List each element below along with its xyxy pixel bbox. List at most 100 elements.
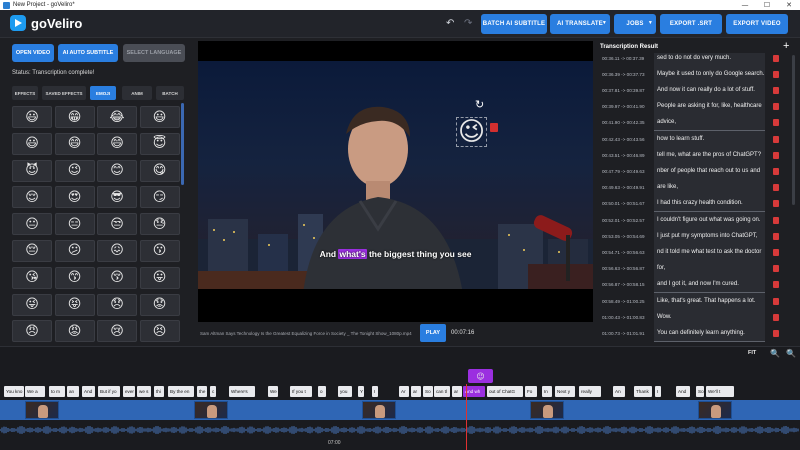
emoji-option[interactable]: 😉 xyxy=(54,159,95,182)
delete-overlay-icon[interactable] xyxy=(490,123,498,132)
zoom-out-icon[interactable]: 🔍 xyxy=(770,349,780,358)
emoji-scrollbar[interactable] xyxy=(181,103,184,185)
emoji-option[interactable]: 😙 xyxy=(54,266,95,289)
subtitle-word-chip[interactable]: out of ChatG xyxy=(487,386,523,397)
emoji-option[interactable]: 😒 xyxy=(97,213,137,236)
subtitle-word-chip[interactable]: And xyxy=(82,386,95,397)
subtitle-word-chip[interactable]: We'll t xyxy=(706,386,734,397)
emoji-option[interactable]: 😊 xyxy=(97,159,137,182)
subtitle-word-chip[interactable]: I xyxy=(372,386,378,397)
emoji-option[interactable]: 😁 xyxy=(54,106,95,128)
delete-segment-icon[interactable] xyxy=(773,54,779,62)
delete-segment-icon[interactable] xyxy=(773,329,779,337)
subtitle-word-chip[interactable]: Fo xyxy=(525,386,537,397)
subtitle-word-chip[interactable]: I xyxy=(655,386,661,397)
export-video-button[interactable]: EXPORT VIDEO xyxy=(726,14,788,34)
delete-segment-icon[interactable] xyxy=(773,297,779,305)
segment-text-input[interactable]: You can definitely learn anything. xyxy=(654,324,765,342)
rotate-icon[interactable]: ↻ xyxy=(475,98,484,111)
emoji-option[interactable]: 😋 xyxy=(139,159,180,182)
emoji-option[interactable]: 😡 xyxy=(54,320,95,343)
close-button[interactable]: ✕ xyxy=(778,1,800,9)
emoji-option[interactable]: 😈 xyxy=(12,159,52,182)
emoji-option[interactable]: 😃 xyxy=(12,106,52,128)
delete-segment-icon[interactable] xyxy=(773,103,779,111)
subtitle-word-chip[interactable]: an xyxy=(67,386,79,397)
ai-translate-button[interactable]: AI TRANSLATE ▼ xyxy=(550,14,610,34)
delete-segment-icon[interactable] xyxy=(773,216,779,224)
emoji-overlay[interactable]: 😉 xyxy=(456,117,488,147)
subtitle-word-chip[interactable]: But if yo xyxy=(98,386,120,397)
subtitle-word-chip[interactable]: An xyxy=(613,386,625,397)
emoji-option[interactable]: 😍 xyxy=(54,186,95,209)
delete-segment-icon[interactable] xyxy=(773,119,779,127)
delete-segment-icon[interactable] xyxy=(773,232,779,240)
ai-auto-subtitle-button[interactable]: AI AUTO SUBTITLE xyxy=(58,44,118,62)
subtitle-word-chip[interactable]: If you t xyxy=(290,386,312,397)
emoji-option[interactable]: 😄 xyxy=(54,132,95,155)
subtitle-word-chip[interactable]: ar xyxy=(411,386,421,397)
tab-batch[interactable]: BATCH xyxy=(156,86,184,100)
emoji-option[interactable]: 😔 xyxy=(12,239,52,262)
subtitle-word-chip[interactable]: to m xyxy=(49,386,65,397)
tab-emoji[interactable]: EMOJI xyxy=(90,86,116,100)
subtitle-word-chip[interactable]: Thank xyxy=(634,386,652,397)
minimize-button[interactable]: — xyxy=(734,1,756,9)
delete-segment-icon[interactable] xyxy=(773,281,779,289)
audio-waveform[interactable] xyxy=(0,422,800,438)
emoji-option[interactable]: 😣 xyxy=(139,320,180,343)
subtitle-word-chip[interactable]: We xyxy=(268,386,278,397)
emoji-option[interactable]: 😃 xyxy=(139,106,180,128)
play-button[interactable]: PLAY xyxy=(420,324,446,342)
emoji-option[interactable]: 😗 xyxy=(139,239,180,262)
emoji-option[interactable]: 😐 xyxy=(12,213,52,236)
subtitle-word-chip[interactable]: you xyxy=(338,386,352,397)
emoji-option[interactable]: 😜 xyxy=(12,293,52,316)
subtitle-word-chip[interactable]: can tl xyxy=(434,386,450,397)
batch-ai-subtitle-button[interactable]: BATCH AI SUBTITLE xyxy=(481,14,547,34)
delete-segment-icon[interactable] xyxy=(773,184,779,192)
delete-segment-icon[interactable] xyxy=(773,248,779,256)
subtitle-word-chip[interactable]: So xyxy=(696,386,704,397)
emoji-option[interactable]: 😎 xyxy=(97,186,137,209)
emoji-option[interactable]: 😛 xyxy=(139,266,180,289)
subtitle-word-chip[interactable]: Y xyxy=(358,386,364,397)
subtitle-word-chip[interactable]: Ar xyxy=(399,386,409,397)
emoji-option[interactable]: 😂 xyxy=(97,106,137,128)
redo-icon[interactable]: ↷ xyxy=(464,18,472,29)
subtitle-word-chip[interactable]: And xyxy=(676,386,690,397)
emoji-option[interactable]: 😘 xyxy=(12,266,52,289)
subtitle-word-chip[interactable]: In xyxy=(542,386,552,397)
delete-segment-icon[interactable] xyxy=(773,86,779,94)
tab-saved-effects[interactable]: SAVED EFFECTS xyxy=(42,86,86,100)
subtitle-word-chip[interactable]: the xyxy=(197,386,207,397)
subtitle-word-chip[interactable]: really xyxy=(579,386,601,397)
subtitle-word-chip[interactable]: You kno xyxy=(4,386,24,397)
select-language-button[interactable]: SELECT LANGUAGE xyxy=(123,44,185,62)
delete-segment-icon[interactable] xyxy=(773,151,779,159)
emoji-option[interactable]: 😞 xyxy=(97,293,137,316)
add-segment-icon[interactable]: + xyxy=(783,40,789,52)
emoji-option[interactable]: 😠 xyxy=(12,320,52,343)
subtitle-word-chip[interactable]: c xyxy=(210,386,216,397)
delete-segment-icon[interactable] xyxy=(773,265,779,273)
emoji-option[interactable]: 😚 xyxy=(97,266,137,289)
undo-icon[interactable]: ↶ xyxy=(446,18,454,29)
emoji-option[interactable]: 😇 xyxy=(139,132,180,155)
subtitle-word-chip[interactable]: we s xyxy=(137,386,151,397)
video-track[interactable] xyxy=(0,400,800,420)
transcription-scrollbar[interactable] xyxy=(792,55,795,205)
delete-segment-icon[interactable] xyxy=(773,70,779,78)
fit-button[interactable]: FIT xyxy=(748,350,756,356)
export-srt-button[interactable]: EXPORT .SRT xyxy=(660,14,722,34)
maximize-button[interactable]: ☐ xyxy=(756,1,778,9)
subtitle-word-chip[interactable]: By the en xyxy=(168,386,194,397)
subtitle-word-chip[interactable]: ar xyxy=(452,386,462,397)
emoji-option[interactable]: 😓 xyxy=(139,213,180,236)
emoji-option[interactable]: 😑 xyxy=(54,213,95,236)
zoom-in-icon[interactable]: 🔍 xyxy=(786,349,796,358)
subtitle-word-chip[interactable]: thi xyxy=(154,386,164,397)
emoji-option[interactable]: 😢 xyxy=(97,320,137,343)
delete-segment-icon[interactable] xyxy=(773,313,779,321)
playhead[interactable] xyxy=(466,384,467,450)
